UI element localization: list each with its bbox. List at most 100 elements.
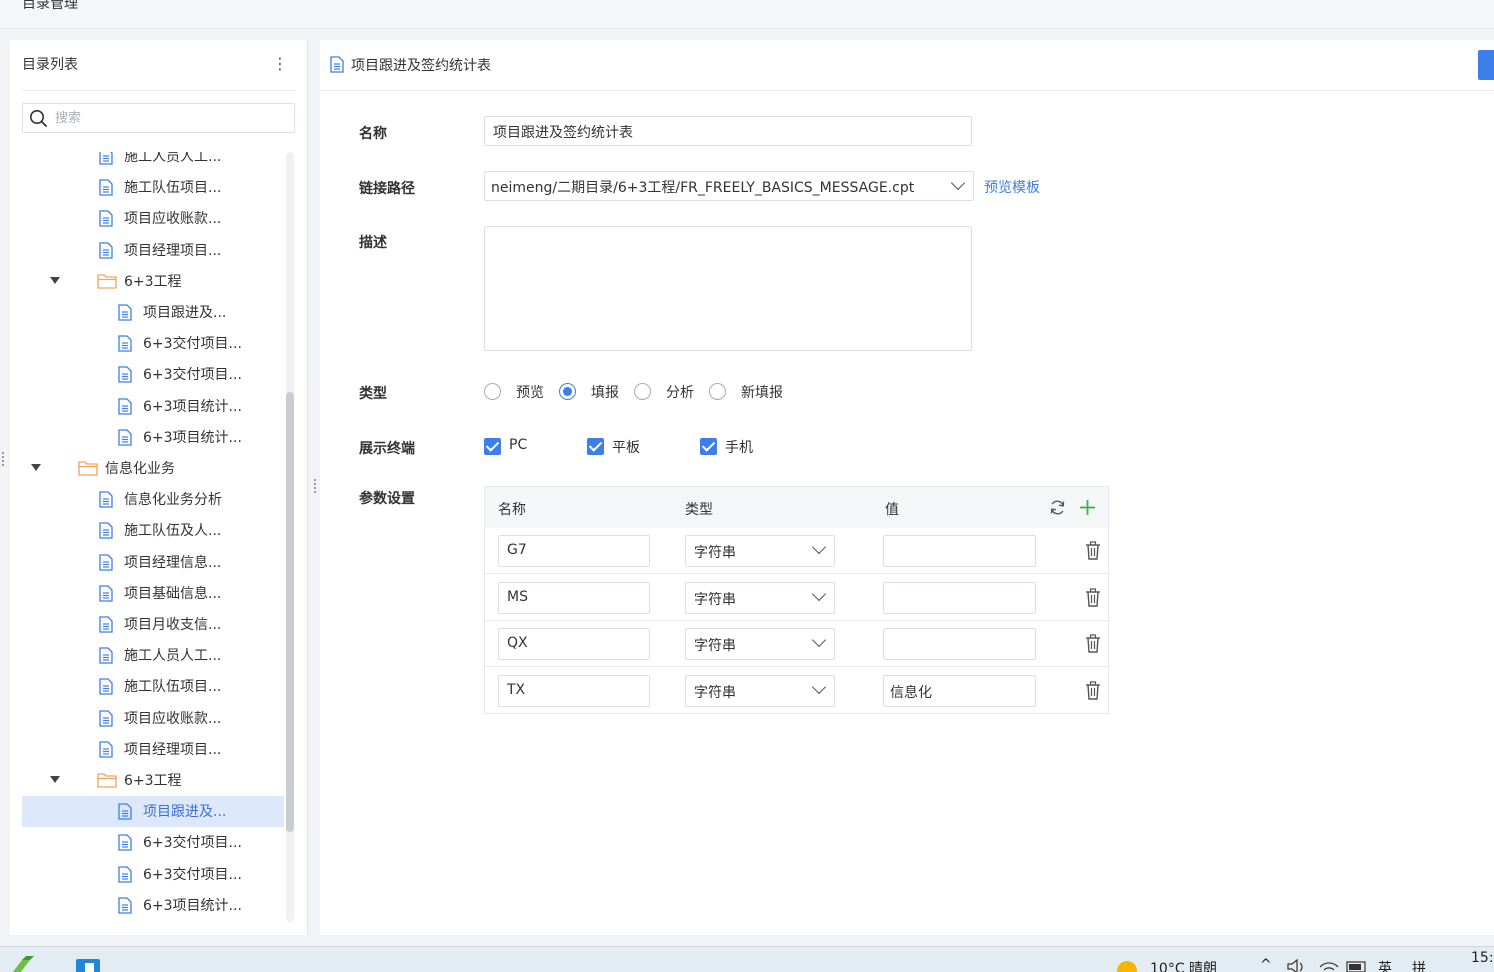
type-radio-label: 分析 (666, 385, 694, 401)
tree-file[interactable]: 项目应收账款... (22, 203, 284, 234)
param-name-field[interactable]: TX (498, 674, 650, 707)
volume-icon[interactable] (1286, 959, 1308, 972)
param-type-select[interactable]: 字符串 (685, 628, 835, 660)
type-radio-option[interactable] (709, 383, 726, 400)
add-param-icon[interactable] (1079, 499, 1096, 516)
tree-item-label: 项目经理信息... (124, 554, 222, 571)
search-input[interactable] (55, 107, 285, 129)
trash-icon[interactable] (1085, 541, 1101, 560)
param-name-value: TX (507, 681, 526, 698)
wifi-icon[interactable] (1318, 959, 1340, 972)
window-drag-handle[interactable] (2, 452, 6, 468)
type-radio-option[interactable] (484, 383, 501, 400)
file-icon (99, 179, 113, 196)
file-icon (99, 491, 113, 508)
more-menu-icon[interactable]: ⋮ (272, 54, 288, 74)
param-value-field[interactable] (883, 628, 1036, 660)
refresh-icon[interactable] (1049, 499, 1066, 516)
trash-icon[interactable] (1085, 680, 1101, 700)
expand-arrow-icon[interactable] (50, 776, 60, 783)
tree-file[interactable]: 6+3项目统计... (22, 422, 284, 453)
preview-template-link[interactable]: 预览模板 (984, 177, 1040, 197)
search-icon (30, 110, 47, 127)
folder-icon (78, 461, 98, 476)
column-header-name: 名称 (498, 502, 526, 518)
tree-item-label: 项目跟进及... (143, 305, 227, 321)
description-label: 描述 (359, 235, 387, 251)
tree-folder[interactable]: 信息化业务 (22, 453, 284, 484)
tree-file[interactable]: 信息化业务分析 (22, 484, 284, 515)
tree-item-label: 6+3交付项目... (143, 835, 242, 852)
param-value-field[interactable]: 信息化 (883, 674, 1036, 707)
path-select[interactable]: neimeng/二期目录/6+3工程/FR_FREELY_BASICS_MESS… (484, 171, 974, 201)
chevron-down-icon (811, 679, 827, 694)
tree-file[interactable]: 施工队伍项目... (22, 671, 284, 702)
tree-file[interactable]: 项目经理项目... (22, 235, 284, 266)
battery-icon[interactable] (1346, 960, 1368, 972)
param-type-select[interactable]: 字符串 (685, 581, 835, 614)
param-type-value: 字符串 (694, 638, 736, 654)
param-type-select[interactable]: 字符串 (685, 535, 835, 567)
ime-indicator[interactable]: 英 (1378, 958, 1392, 972)
expand-arrow-icon[interactable] (31, 464, 41, 471)
type-radio-option[interactable] (559, 383, 576, 400)
param-name-field[interactable]: G7 (498, 535, 650, 567)
tree-scrollbar-thumb[interactable] (286, 392, 294, 832)
detail-panel: 项目跟进及签约统计表 名称 项目跟进及签约统计表 链接路径 neimeng/二期… (320, 40, 1494, 935)
description-textarea[interactable] (484, 226, 972, 351)
chevron-down-icon (950, 175, 966, 191)
tree-file[interactable]: 项目跟进及... (22, 297, 284, 328)
ime-mode-indicator[interactable]: 拼 (1412, 958, 1426, 972)
tray-chevron-icon[interactable]: ^ (1260, 957, 1272, 972)
tree-file[interactable]: 项目跟进及... (22, 796, 284, 828)
param-type-select[interactable]: 字符串 (685, 674, 835, 707)
param-name-field[interactable]: MS (498, 581, 650, 614)
tree-file[interactable]: 6+3项目统计... (22, 890, 284, 921)
directory-tree: 施工人员人工... 施工队伍项目... 项目应收账款... 项目经理项目... 6+3工… (22, 152, 284, 924)
tree-item-label: 6+3交付项目... (143, 336, 242, 353)
app-icon[interactable] (8, 956, 38, 972)
tree-file[interactable]: 施工队伍及人... (22, 515, 284, 546)
params-table: 名称 类型 值 G7 字符串 MS 字符串 QX 字符串 TX 字符串 信息化 (484, 486, 1109, 714)
tree-file[interactable]: 施工人员人工... (22, 640, 284, 671)
tree-file[interactable]: 项目月收支信... (22, 609, 284, 640)
terminal-checkbox[interactable] (484, 438, 501, 455)
name-label: 名称 (359, 126, 387, 142)
clock[interactable]: 15: (1471, 950, 1494, 966)
tree-file[interactable]: 6+3交付项目... (22, 859, 284, 890)
tree-file[interactable]: 项目应收账款... (22, 703, 284, 734)
tree-folder[interactable]: 6+3工程 (22, 266, 284, 297)
file-icon (118, 834, 132, 852)
tree-file[interactable]: 6+3交付项目... (22, 827, 284, 858)
terminal-checkbox[interactable] (700, 438, 717, 455)
tree-item-label: 项目应收账款... (124, 211, 222, 228)
tree-item-label: 信息化业务 (105, 461, 175, 477)
trash-icon[interactable] (1085, 634, 1101, 653)
expand-arrow-icon[interactable] (50, 276, 60, 284)
type-radio-option[interactable] (634, 383, 651, 400)
param-type-value: 字符串 (694, 591, 736, 608)
save-button[interactable] (1478, 50, 1494, 80)
tree-file[interactable]: 6+3项目统计... (22, 391, 284, 422)
tree-file[interactable]: 项目基础信息... (22, 578, 284, 609)
param-name-field[interactable]: QX (498, 628, 650, 660)
tree-file[interactable]: 项目经理信息... (22, 547, 284, 578)
tree-file[interactable]: 施工人员人工... (22, 152, 284, 172)
tree-folder[interactable]: 6+3工程 (22, 765, 284, 796)
file-icon (99, 647, 113, 664)
tree-file[interactable]: 6+3交付项目... (22, 328, 284, 359)
explorer-app-icon[interactable] (76, 959, 100, 972)
terminal-checkbox-label: 手机 (725, 440, 753, 456)
param-value-field[interactable] (883, 581, 1036, 614)
tree-file[interactable]: 6+3交付项目... (22, 359, 284, 390)
file-icon (99, 210, 113, 228)
tree-file[interactable]: 施工队伍项目... (22, 172, 284, 203)
tree-item-label: 施工队伍项目... (124, 679, 222, 696)
trash-icon[interactable] (1085, 587, 1101, 607)
param-value-field[interactable] (883, 535, 1036, 567)
terminal-checkbox[interactable] (587, 438, 604, 455)
name-field[interactable]: 项目跟进及签约统计表 (484, 116, 972, 146)
tree-file[interactable]: 项目经理项目... (22, 734, 284, 765)
param-row: QX 字符串 (485, 621, 1108, 667)
panel-splitter-handle[interactable] (314, 479, 318, 495)
